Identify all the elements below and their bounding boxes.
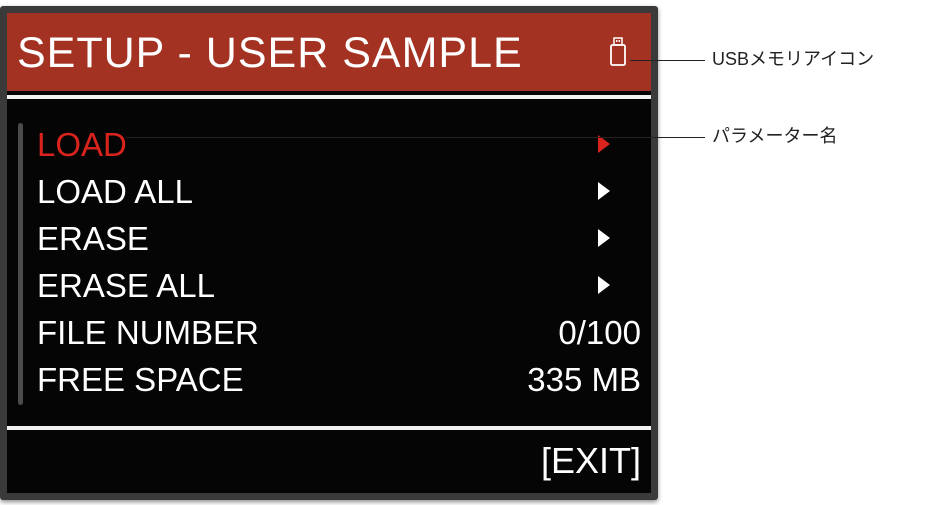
menu-item-label: ERASE bbox=[37, 220, 149, 257]
menu-item-label: LOAD bbox=[37, 126, 127, 163]
parameter-callout-line bbox=[126, 137, 705, 138]
bottom-divider bbox=[7, 426, 651, 430]
menu-item-label: FREE SPACE bbox=[37, 361, 244, 398]
arrow-right-icon bbox=[598, 229, 610, 247]
menu-item-load-all[interactable]: LOAD ALL bbox=[7, 168, 651, 215]
screen-title: SETUP - USER SAMPLE bbox=[17, 29, 523, 77]
title-bar: SETUP - USER SAMPLE bbox=[7, 13, 651, 91]
display-screen: SETUP - USER SAMPLE LOAD LOAD ALL ERASE bbox=[7, 13, 651, 493]
usb-icon-callout: USBメモリアイコン bbox=[712, 49, 875, 69]
menu-item-erase-all[interactable]: ERASE ALL bbox=[7, 262, 651, 309]
menu-item-file-number[interactable]: FILE NUMBER 0/100 bbox=[7, 309, 651, 356]
menu-item-load[interactable]: LOAD bbox=[7, 121, 651, 168]
menu-list: LOAD LOAD ALL ERASE ERASE ALL FILE NUMBE… bbox=[7, 121, 651, 403]
menu-item-label: FILE NUMBER bbox=[37, 314, 259, 351]
arrow-right-icon bbox=[598, 276, 610, 294]
usb-memory-icon bbox=[610, 37, 626, 66]
menu-item-label: LOAD ALL bbox=[37, 173, 193, 210]
parameter-name-callout: パラメーター名 bbox=[712, 126, 838, 146]
file-number-value: 0/100 bbox=[558, 314, 641, 351]
menu-item-label: ERASE ALL bbox=[37, 267, 215, 304]
usb-callout-line bbox=[630, 60, 705, 61]
title-divider bbox=[7, 95, 651, 99]
exit-button[interactable]: [EXIT] bbox=[541, 441, 641, 481]
display-frame: SETUP - USER SAMPLE LOAD LOAD ALL ERASE bbox=[0, 6, 658, 500]
menu-item-erase[interactable]: ERASE bbox=[7, 215, 651, 262]
free-space-value: 335 MB bbox=[527, 361, 641, 398]
arrow-right-icon bbox=[598, 182, 610, 200]
menu-item-free-space[interactable]: FREE SPACE 335 MB bbox=[7, 356, 651, 403]
